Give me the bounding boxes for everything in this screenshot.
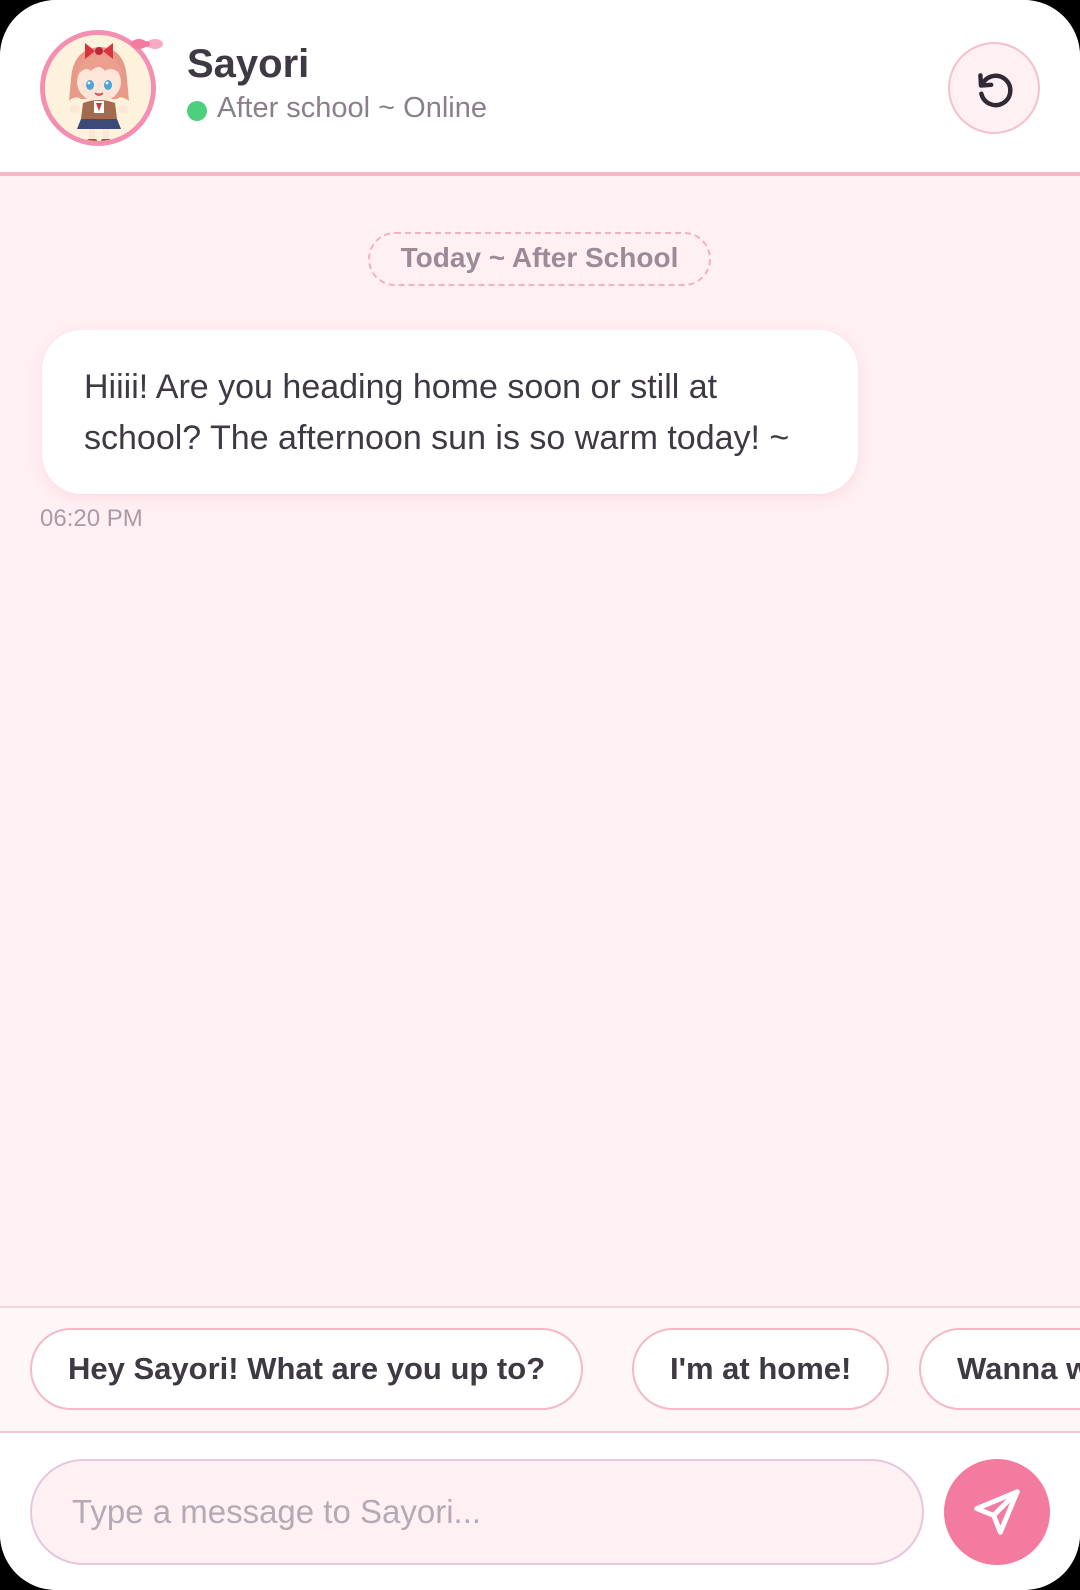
composer xyxy=(0,1433,1080,1590)
rotate-ccw-icon xyxy=(978,73,1013,108)
reset-chat-button[interactable] xyxy=(948,42,1040,134)
contact-name: Sayori xyxy=(187,42,310,86)
chat-window: Sayori After school ~ Online Today ~ Aft… xyxy=(0,0,1080,1590)
suggestion-chip[interactable]: Hey Sayori! What are you up to? xyxy=(30,1328,584,1410)
suggestion-chip[interactable]: I'm at home! xyxy=(632,1328,890,1410)
heart-ribbon-icon xyxy=(131,39,163,49)
send-icon xyxy=(974,1489,1020,1535)
date-divider: Today ~ After School xyxy=(368,232,711,286)
status-text: After school ~ Online xyxy=(217,92,488,124)
send-button[interactable] xyxy=(944,1459,1050,1565)
suggestion-bar[interactable]: Hey Sayori! What are you up to? I'm at h… xyxy=(0,1306,1080,1433)
chat-header: Sayori After school ~ Online xyxy=(0,0,1080,176)
message-input[interactable] xyxy=(30,1459,924,1565)
online-status-dot xyxy=(187,101,207,121)
message-timestamp: 06:20 PM xyxy=(40,505,143,532)
suggestion-chip[interactable]: Wanna w xyxy=(919,1328,1080,1410)
incoming-message-bubble: Hiiii! Are you heading home soon or stil… xyxy=(42,330,858,494)
avatar[interactable] xyxy=(40,30,163,146)
